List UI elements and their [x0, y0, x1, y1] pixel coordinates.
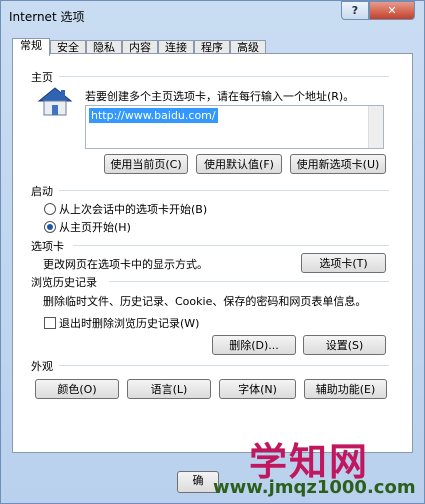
url-scrollbar[interactable] [368, 106, 383, 148]
fonts-button[interactable]: 字体(N) [219, 379, 296, 399]
delete-history-button[interactable]: 删除(D)... [212, 335, 296, 355]
watermark-url: www.jmqz1000.com [213, 477, 416, 498]
tab-strip: 常规 安全 隐私 内容 连接 程序 高级 [12, 38, 266, 56]
tab-general[interactable]: 常规 [12, 38, 50, 56]
use-current-button[interactable]: 使用当前页(C) [104, 154, 188, 174]
startup-section-label: 启动 [31, 185, 53, 198]
use-new-tab-button[interactable]: 使用新选项卡(U) [290, 154, 386, 174]
home-url-text: http://www.baidu.com/ [89, 108, 218, 123]
internet-options-window: Internet 选项 ? ✕ 常规 安全 隐私 内容 连接 程序 高级 主页 … [0, 0, 425, 504]
help-button[interactable]: ? [341, 1, 369, 20]
use-default-button[interactable]: 使用默认值(F) [196, 154, 282, 174]
colors-button[interactable]: 颜色(O) [35, 379, 119, 399]
tabs-description: 更改网页在选项卡中的显示方式。 [43, 258, 208, 271]
languages-button[interactable]: 语言(L) [127, 379, 211, 399]
home-divider [59, 76, 389, 77]
house-icon [37, 87, 73, 116]
history-settings-button[interactable]: 设置(S) [303, 335, 386, 355]
last-session-radio[interactable] [44, 203, 56, 215]
tabs-divider [73, 245, 389, 246]
home-url-textarea[interactable]: http://www.baidu.com/ [85, 105, 384, 149]
close-button[interactable]: ✕ [369, 1, 415, 20]
appearance-section-label: 外观 [31, 360, 53, 373]
accessibility-button[interactable]: 辅助功能(E) [304, 379, 387, 399]
history-description: 删除临时文件、历史记录、Cookie、保存的密码和网页表单信息。 [43, 295, 367, 308]
history-divider [109, 281, 389, 282]
home-section-label: 主页 [31, 71, 53, 84]
tabs-section-label: 选项卡 [31, 240, 64, 253]
title-bar: Internet 选项 ? ✕ [1, 1, 424, 29]
start-with-home-radio[interactable] [44, 221, 56, 233]
window-title: Internet 选项 [9, 10, 85, 24]
startup-divider [59, 190, 389, 191]
history-section-label: 浏览历史记录 [31, 276, 97, 289]
delete-on-exit-label: 退出时删除浏览历史记录(W) [59, 317, 200, 330]
home-instruction: 若要创建多个主页选项卡，请在每行输入一个地址(R)。 [85, 90, 355, 103]
appearance-divider [59, 365, 389, 366]
delete-on-exit-checkbox[interactable] [44, 317, 56, 329]
last-session-label: 从上次会话中的选项卡开始(B) [59, 203, 208, 216]
start-with-home-label: 从主页开始(H) [59, 221, 131, 234]
tabs-settings-button[interactable]: 选项卡(T) [301, 253, 386, 273]
